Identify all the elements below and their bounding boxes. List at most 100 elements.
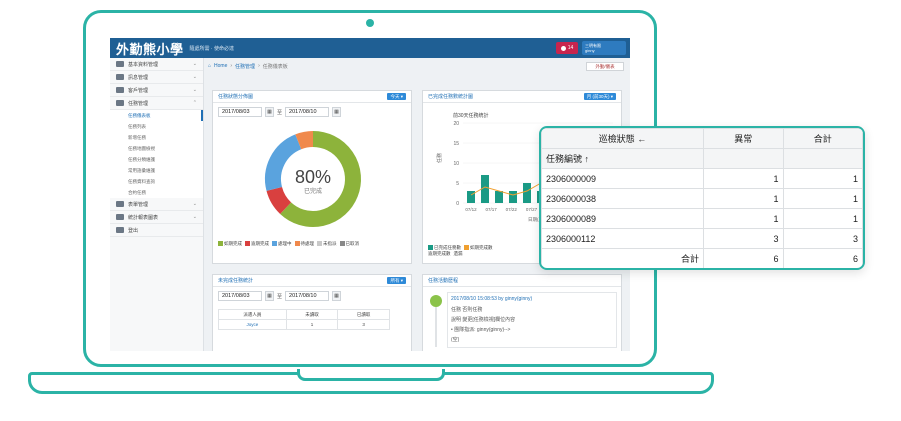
- panel-title: 任務狀態分佈圖: [218, 94, 254, 100]
- total-cell: 1: [782, 168, 863, 189]
- sidebar-item-tasks[interactable]: 任務管理 ⌃: [110, 97, 203, 110]
- scope-dropdown[interactable]: 所有 ▾: [387, 277, 406, 284]
- notification-count: 14: [567, 45, 574, 51]
- legend-label: 處理中: [278, 241, 292, 246]
- breadcrumb-separator: ›: [230, 63, 233, 69]
- to-label: 至: [277, 293, 283, 300]
- user-name: ginny: [585, 48, 595, 53]
- sidebar-label: 基本資料管理: [128, 61, 159, 68]
- legend-item: 未指派: [317, 241, 337, 247]
- chart-legend: 如期完成 逾期完成 處理中 待處理 未指派 已取消: [213, 241, 411, 247]
- column-header: 未讀取: [285, 309, 339, 320]
- count-cell: 3: [703, 228, 784, 249]
- sidebar-item-messages[interactable]: 訊息管理 ⌄: [110, 71, 203, 84]
- legend-swatch: [464, 245, 469, 251]
- sidebar-item-customers[interactable]: 客戶管理 ⌄: [110, 84, 203, 97]
- logo[interactable]: 外勤熊小學 隨處所需 · 使命必達: [110, 39, 234, 58]
- pivot-table: 巡檢狀態 ← 異常 合計 任務編號 ↑ 2306000009 1 1 23060…: [541, 128, 863, 268]
- legend-label: 如期完成數: [470, 245, 493, 250]
- panel-header: 任務活動歷程: [423, 275, 621, 287]
- user-menu[interactable]: 三明有限 ginny: [582, 41, 626, 55]
- view-toggle-button[interactable]: 外勤/儀表: [586, 62, 624, 71]
- table-cell[interactable]: Joyce: [218, 319, 287, 330]
- legend-item: 如期完成數: [464, 245, 493, 251]
- breadcrumb-tasks[interactable]: 任務管理: [235, 63, 255, 70]
- sidebar-subitem[interactable]: 任務資料查詢: [110, 176, 203, 187]
- legend-label: 逾期完成: [251, 241, 269, 246]
- pivot-table-card: 巡檢狀態 ← 異常 合計 任務編號 ↑ 2306000009 1 1 23060…: [539, 126, 865, 270]
- pivot-total-row: 合計 6 6: [541, 248, 863, 268]
- activity-line: 說明 變更[任務檢視]欄位內容: [451, 317, 516, 323]
- x-tick-label: 07/22: [506, 207, 518, 212]
- donut-slice: [295, 131, 314, 150]
- legend-swatch: [428, 245, 433, 251]
- activity-line: • 團隊指派: ginny(ginny)-->: [451, 327, 511, 333]
- sidebar-subitem[interactable]: 任務地圖檢視: [110, 143, 203, 154]
- bar: [509, 191, 517, 203]
- sidebar-subitem[interactable]: 任務分類維護: [110, 154, 203, 165]
- sidebar-subitem[interactable]: 合約任務: [110, 187, 203, 198]
- chevron-down-icon: ⌄: [192, 87, 197, 93]
- legend-swatch: [218, 241, 223, 247]
- period-dropdown[interactable]: 月 (前30天) ▾: [583, 93, 616, 100]
- sidebar-item-logout[interactable]: 登出: [110, 224, 203, 237]
- legend-swatch: [339, 241, 345, 247]
- panel-header: 任務狀態分佈圖 今天 ▾: [213, 91, 411, 103]
- date-from-input[interactable]: 2017/08/03: [218, 291, 262, 301]
- legend-item: 已取消: [339, 241, 359, 247]
- y-tick-label: 0: [456, 201, 459, 207]
- count-cell: 1: [703, 168, 784, 189]
- status-panel: 任務狀態分佈圖 今天 ▾ 2017/08/03 ▦ 至 2017/08/10 ▦…: [212, 90, 412, 264]
- panel-header: 未完成任務統計 所有 ▾: [213, 275, 411, 287]
- legend-label: 未指派: [323, 241, 337, 246]
- x-tick-label: 07/12: [465, 207, 477, 212]
- sidebar-subitem[interactable]: 新增任務: [110, 132, 203, 143]
- breadcrumb-home[interactable]: Home: [214, 63, 227, 69]
- x-tick-label: 07/17: [486, 207, 498, 212]
- legend-item: 待處理: [294, 241, 314, 247]
- task-id-cell: 2306000089: [541, 208, 704, 229]
- calendar-icon[interactable]: ▦: [332, 291, 342, 301]
- sidebar-subitem[interactable]: 任務列表: [110, 121, 203, 132]
- date-to-input[interactable]: 2017/08/10: [285, 291, 330, 301]
- date-range: 2017/08/03 ▦ 至 2017/08/10 ▦: [213, 287, 411, 305]
- column-header: 派遣人員: [218, 309, 287, 320]
- activity-panel: 任務活動歷程 2017/08/10 15:08:53 by ginny(ginn…: [422, 274, 622, 351]
- logo-text: 外勤熊小學: [116, 42, 184, 58]
- bell-icon: [560, 45, 566, 51]
- pivot-row-header[interactable]: 任務編號 ↑: [541, 148, 704, 169]
- chat-icon: [116, 74, 124, 80]
- to-label: 至: [277, 109, 283, 116]
- date-to-input[interactable]: 2017/08/10: [285, 107, 330, 117]
- date-from-input[interactable]: 2017/08/03: [218, 107, 262, 117]
- panel-title: 已完成任務數統計圖: [428, 94, 474, 100]
- sidebar-subitem[interactable]: 常用語彙維護: [110, 165, 203, 176]
- breadcrumb-separator: ›: [258, 63, 260, 69]
- bar: [523, 183, 531, 203]
- donut-center-label: 已完成: [304, 187, 322, 195]
- legend-label: 遺漏: [453, 251, 463, 256]
- legend-swatch: [317, 241, 322, 247]
- total-label: 合計: [541, 248, 704, 268]
- task-icon: [116, 100, 124, 106]
- stage: 外勤熊小學 隨處所需 · 使命必達 14 三明有限 ginny 基本資料管理 ⌄ …: [0, 0, 901, 421]
- calendar-icon[interactable]: ▦: [265, 291, 274, 301]
- calendar-icon[interactable]: ▦: [265, 107, 274, 117]
- range-dropdown[interactable]: 今天 ▾: [387, 93, 406, 100]
- y-axis-label: 任務: [436, 153, 443, 163]
- sidebar-label: 訊息管理: [128, 74, 149, 81]
- sidebar-subitem[interactable]: 任務儀表板: [110, 110, 203, 121]
- sidebar-item-forms[interactable]: 表單管理 ⌄: [110, 198, 203, 211]
- notification-button[interactable]: 14: [556, 42, 578, 54]
- sidebar-item-basic-data[interactable]: 基本資料管理 ⌄: [110, 58, 203, 71]
- donut-slice: [266, 186, 292, 214]
- top-bar: 外勤熊小學 隨處所需 · 使命必達 14 三明有限 ginny: [110, 38, 630, 58]
- y-tick-label: 5: [456, 181, 459, 187]
- calendar-icon[interactable]: ▦: [332, 107, 342, 117]
- chevron-down-icon: ⌄: [192, 214, 197, 220]
- users-icon: [116, 87, 124, 93]
- task-id-cell: 2306000038: [541, 188, 704, 209]
- task-id-cell: 2306000112: [541, 228, 704, 249]
- sidebar-item-reports[interactable]: 統計報表圖表 ⌄: [110, 211, 203, 224]
- pivot-filter-header[interactable]: 巡檢狀態 ←: [541, 128, 704, 149]
